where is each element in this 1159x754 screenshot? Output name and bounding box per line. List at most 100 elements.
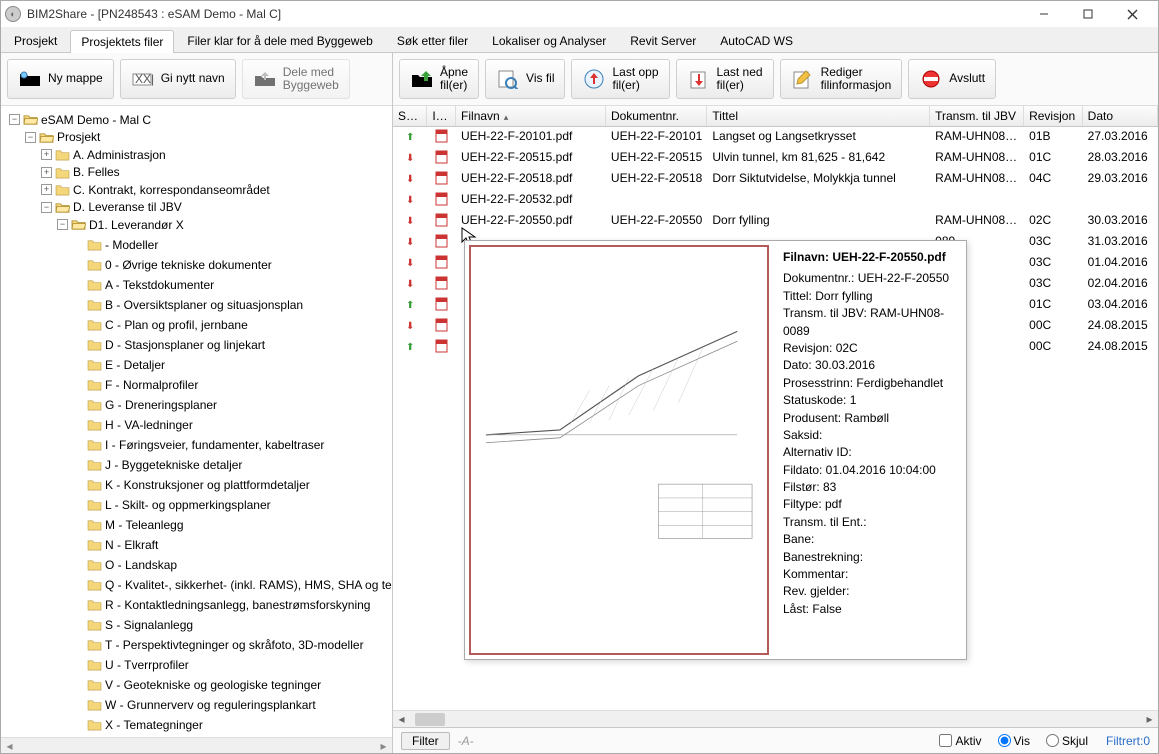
minimize-button[interactable] [1022, 1, 1066, 27]
col-filnavn[interactable]: Filnavn [456, 106, 606, 126]
left-horizontal-scrollbar[interactable]: ◂▸ [1, 737, 392, 753]
cell-rev: 01C [1024, 149, 1083, 168]
tab-prosjekt[interactable]: Prosjekt [3, 29, 68, 52]
vis-label: Vis fil [526, 72, 554, 85]
expander[interactable]: + [41, 167, 52, 178]
tree-item[interactable]: B - Oversiktsplaner og situasjonsplan [105, 297, 303, 313]
avslutt-button[interactable]: Avslutt [908, 59, 996, 99]
tree-item[interactable]: O - Landskap [105, 557, 177, 573]
col-dato[interactable]: Dato [1083, 106, 1158, 126]
preview-meta-line: Transm. til JBV: RAM-UHN08-0089 [783, 305, 956, 340]
folder-icon [87, 618, 102, 631]
grid-body[interactable]: ⬆UEH-22-F-20101.pdfUEH-22-F-20101Langset… [393, 127, 1158, 710]
folder-icon [87, 698, 102, 711]
rediger-label: Rediger filinformasjon [821, 66, 892, 92]
tree-item[interactable]: H - VA-ledninger [105, 417, 193, 433]
tab-prosjektets-filer[interactable]: Prosjektets filer [70, 30, 174, 53]
expander[interactable]: + [41, 149, 52, 160]
table-row[interactable]: ⬇UEH-22-F-20532.pdf [393, 190, 1158, 211]
expander[interactable]: − [41, 202, 52, 213]
tree-item[interactable]: U - Tverrprofiler [105, 657, 189, 673]
tab-lokaliser-analyser[interactable]: Lokaliser og Analyser [481, 29, 617, 52]
vis-fil-button[interactable]: Vis fil [485, 59, 565, 99]
expander-root[interactable]: − [9, 114, 20, 125]
status-icon: ⬇ [406, 195, 414, 206]
upload-icon [582, 67, 606, 91]
tab-autocad-ws[interactable]: AutoCAD WS [709, 29, 804, 52]
tree-item[interactable]: J - Byggetekniske detaljer [105, 457, 242, 473]
folder-icon [55, 148, 70, 161]
col-revisjon[interactable]: Revisjon [1024, 106, 1083, 126]
cell-tittel [707, 191, 930, 210]
filter-button[interactable]: Filter [401, 732, 450, 750]
cell-rev: 03C [1024, 233, 1083, 252]
tree-root-label[interactable]: eSAM Demo - Mal C [41, 112, 151, 128]
tree-item[interactable]: A - Tekstdokumenter [105, 277, 214, 293]
tree-item[interactable]: D1. Leverandør X [89, 217, 184, 233]
tree-item[interactable]: E - Detaljer [105, 357, 165, 373]
tree-item[interactable]: B. Felles [73, 164, 120, 180]
table-row[interactable]: ⬇UEH-22-F-20550.pdfUEH-22-F-20550Dorr fy… [393, 211, 1158, 232]
tree-item[interactable]: C - Plan og profil, jernbane [105, 317, 248, 333]
aktiv-checkbox[interactable]: Aktiv [939, 734, 982, 748]
tree-item[interactable]: D - Stasjonsplaner og linjekart [105, 337, 265, 353]
maximize-button[interactable] [1066, 1, 1110, 27]
tree-item[interactable]: M - Teleanlegg [105, 517, 184, 533]
cell-transm: RAM-UHN08-0089 [930, 212, 1024, 231]
table-row[interactable]: ⬇UEH-22-F-20515.pdfUEH-22-F-20515Ulvin t… [393, 148, 1158, 169]
last-opp-button[interactable]: Last opp fil(er) [571, 59, 669, 99]
tab-sok-etter-filer[interactable]: Søk etter filer [386, 29, 479, 52]
tree-item[interactable]: L - Skilt- og oppmerkingsplaner [105, 497, 271, 513]
col-transm[interactable]: Transm. til JBV [930, 106, 1024, 126]
tree-item[interactable]: C. Kontrakt, korrespondanseområdet [73, 182, 270, 198]
last-ned-button[interactable]: Last ned fil(er) [676, 59, 774, 99]
cell-dato: 01.04.2016 [1083, 254, 1158, 273]
vis-radio[interactable]: Vis [998, 734, 1030, 748]
tree-item[interactable]: N - Elkraft [105, 537, 158, 553]
tree-item[interactable]: G - Dreneringsplaner [105, 397, 217, 413]
tree-item[interactable]: 0 - Øvrige tekniske dokumenter [105, 257, 272, 273]
tab-revit-server[interactable]: Revit Server [619, 29, 707, 52]
tree-item[interactable]: K - Konstruksjoner og plattformdetaljer [105, 477, 310, 493]
rediger-filinfo-button[interactable]: Rediger filinformasjon [780, 59, 903, 99]
tree-item[interactable]: D. Leveranse til JBV [73, 199, 182, 215]
pdf-icon [435, 174, 448, 188]
expander[interactable]: + [41, 184, 52, 195]
close-button[interactable] [1110, 1, 1154, 27]
filter-text[interactable]: -A- [458, 734, 474, 748]
table-row[interactable]: ⬆UEH-22-F-20101.pdfUEH-22-F-20101Langset… [393, 127, 1158, 148]
grid-horizontal-scrollbar[interactable]: ◂▸ [393, 710, 1158, 727]
tree-prosjekt[interactable]: Prosjekt [57, 129, 100, 145]
tree-item[interactable]: V - Geotekniske og geologiske tegninger [105, 677, 321, 693]
avslutt-label: Avslutt [949, 72, 985, 85]
tree-item[interactable]: F - Normalprofiler [105, 377, 198, 393]
ny-mappe-button[interactable]: Ny mappe [7, 59, 114, 99]
tree-item[interactable]: T - Perspektivtegninger og skråfoto, 3D-… [105, 637, 364, 653]
expander-prosjekt[interactable]: − [25, 132, 36, 143]
tree-item[interactable]: - Modeller [105, 237, 158, 253]
dele-med-byggeweb-button[interactable]: Dele med Byggeweb [242, 59, 350, 99]
table-row[interactable]: ⬇UEH-22-F-20518.pdfUEH-22-F-20518Dorr Si… [393, 169, 1158, 190]
col-status[interactable]: Status [393, 106, 427, 126]
cell-rev: 01B [1024, 128, 1083, 147]
col-icon[interactable]: Icon [427, 106, 456, 126]
tree-item[interactable]: R - Kontaktledningsanlegg, banestrømsfor… [105, 597, 370, 613]
expander[interactable]: − [57, 219, 68, 230]
tree-item[interactable]: A. Administrasjon [73, 147, 166, 163]
col-dokumentnr[interactable]: Dokumentnr. [606, 106, 707, 126]
tree-item[interactable]: W - Grunnerverv og reguleringsplankart [105, 697, 316, 713]
tree-item[interactable]: Q - Kvalitet-, sikkerhet- (inkl. RAMS), … [105, 577, 392, 593]
col-tittel[interactable]: Tittel [707, 106, 930, 126]
tree-item[interactable]: X - Temategninger [105, 717, 203, 733]
skjul-radio[interactable]: Skjul [1046, 734, 1088, 748]
cell-rev: 00C [1024, 338, 1083, 357]
gi-nytt-navn-button[interactable]: XX| Gi nytt navn [120, 59, 236, 99]
view-file-icon [496, 67, 520, 91]
preview-meta-line: Fildato: 01.04.2016 10:04:00 [783, 462, 956, 479]
apne-filer-button[interactable]: Åpne fil(er) [399, 59, 479, 99]
folder-icon [55, 166, 70, 179]
tree-item[interactable]: I - Føringsveier, fundamenter, kabeltras… [105, 437, 324, 453]
folder-tree[interactable]: − eSAM Demo - Mal C − Prosjekt + A. Admin… [1, 106, 392, 737]
tree-item[interactable]: S - Signalanlegg [105, 617, 193, 633]
tab-filer-klar[interactable]: Filer klar for å dele med Byggeweb [176, 29, 383, 52]
